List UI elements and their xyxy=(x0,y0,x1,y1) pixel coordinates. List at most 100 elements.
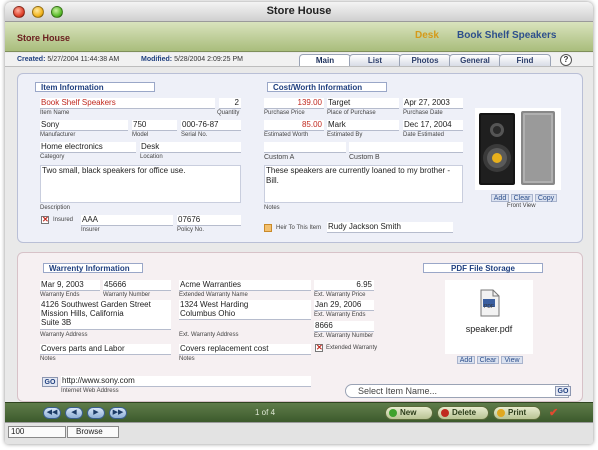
place-of-purchase-field[interactable]: Target xyxy=(327,98,399,109)
ext-warranty-address-label: Ext. Warranty Address xyxy=(179,332,239,338)
warranty-number-field[interactable]: 45666 xyxy=(103,280,171,291)
manufacturer-label: Manufacturer xyxy=(40,132,76,138)
custom-a-field[interactable] xyxy=(264,142,346,153)
description-field[interactable]: Two small, black speakers for office use… xyxy=(40,165,241,203)
new-button-label: New xyxy=(400,408,417,417)
ext-warranty-address-field[interactable]: 1324 West Harding Columbus Ohio xyxy=(179,300,311,320)
tab-general[interactable]: General xyxy=(449,54,501,66)
date-estimated-label: Date Estimated xyxy=(403,132,445,138)
serial-field[interactable]: 000-76-87 xyxy=(181,120,241,131)
checkmark-icon[interactable]: ✔ xyxy=(549,406,563,420)
place-of-purchase-label: Place of Purchase xyxy=(327,110,376,116)
next-record-icon[interactable]: ▶ xyxy=(87,407,105,419)
ext-warranty-name-label: Extended Warranty Name xyxy=(179,292,248,298)
extended-warranty-checkbox[interactable] xyxy=(315,343,323,352)
heir-checkbox[interactable] xyxy=(264,224,272,232)
speaker-photo xyxy=(479,111,555,185)
heir-field[interactable]: Rudy Jackson Smith xyxy=(327,222,453,233)
description-label: Description xyxy=(40,205,71,211)
pdf-clear-button[interactable]: Clear xyxy=(477,356,499,364)
help-icon[interactable]: ? xyxy=(560,54,572,66)
modified-value: 5/28/2004 2:09:25 PM xyxy=(174,56,243,63)
item-name-label: Item Name xyxy=(40,110,70,116)
title-bar[interactable]: Store House xyxy=(5,2,593,22)
purchase-price-label: Purchase Price xyxy=(264,110,305,116)
new-button[interactable]: New xyxy=(385,406,433,420)
last-record-icon[interactable]: ▶▶ xyxy=(109,407,127,419)
header-bar: Store House Desk Book Shelf Speakers xyxy=(5,22,593,52)
estimated-by-label: Estimated By xyxy=(327,132,363,138)
record-count: 1 of 4 xyxy=(255,408,276,417)
item-info-title: Item Information xyxy=(35,82,155,92)
ext-warranty-number-label: Ext. Warranty Number xyxy=(314,333,374,339)
ext-warranty-ends-field[interactable]: Jan 29, 2006 xyxy=(314,300,374,311)
web-go-button[interactable]: GO xyxy=(42,377,58,387)
estimated-worth-field[interactable]: 85.00 xyxy=(264,120,324,131)
delete-button[interactable]: Delete xyxy=(437,406,489,420)
pdf-add-button[interactable]: Add xyxy=(457,356,475,364)
front-view-photo[interactable] xyxy=(475,108,561,190)
warranty-address-field[interactable]: 4126 Southwest Garden Street Mission Hil… xyxy=(40,300,171,330)
delete-x-icon xyxy=(441,409,449,417)
estimated-worth-label: Estimated Worth xyxy=(264,132,309,138)
custom-a-label: Custom A xyxy=(264,154,295,161)
select-item-input[interactable]: Select Item Name... xyxy=(345,384,569,398)
print-icon xyxy=(497,409,505,417)
model-field[interactable]: 750 xyxy=(132,120,177,131)
status-bar: 100 Browse xyxy=(5,422,593,444)
pdf-view-button[interactable]: View xyxy=(501,356,523,364)
date-estimated-field[interactable]: Dec 17, 2004 xyxy=(403,120,463,131)
quantity-field[interactable]: 2 xyxy=(219,98,241,109)
cost-info-title: Cost/Worth Information xyxy=(267,82,387,92)
zoom-level[interactable]: 100 xyxy=(8,426,66,438)
estimated-by-field[interactable]: Mark xyxy=(327,120,399,131)
select-item-go-button[interactable]: GO xyxy=(555,386,571,396)
tab-find[interactable]: Find xyxy=(499,54,551,66)
print-button[interactable]: Print xyxy=(493,406,541,420)
ext-warranty-price-field[interactable]: 6.95 xyxy=(314,280,374,291)
category-label: Category xyxy=(40,154,65,160)
window-title: Store House xyxy=(266,5,332,17)
photo-add-button[interactable]: Add xyxy=(491,194,509,202)
notes-field[interactable]: These speakers are currently loaned to m… xyxy=(264,165,463,203)
ext-warranty-notes-field[interactable]: Covers replacement cost xyxy=(179,344,311,355)
insured-label: Insured xyxy=(53,217,74,223)
warranty-number-label: Warranty Number xyxy=(103,292,151,298)
policy-field[interactable]: 07676 xyxy=(177,215,241,226)
notes-label: Notes xyxy=(264,205,280,211)
purchase-date-field[interactable]: Apr 27, 2003 xyxy=(403,98,463,109)
insurer-field[interactable]: AAA xyxy=(81,215,173,226)
pdf-drop-area[interactable]: PDF speaker.pdf xyxy=(445,280,533,354)
tab-photos[interactable]: Photos xyxy=(399,54,451,66)
custom-b-field[interactable] xyxy=(349,142,463,153)
warranty-ends-field[interactable]: Mar 9, 2003 xyxy=(40,280,100,291)
pdf-file-icon xyxy=(480,289,500,317)
location-field[interactable]: Desk xyxy=(140,142,241,153)
ext-warranty-number-field[interactable]: 8666 xyxy=(314,321,374,332)
modified-info: Modified: 5/28/2004 2:09:25 PM xyxy=(141,56,243,63)
bottom-toolbar: ◀◀ ◀ ▶ ▶▶ 1 of 4 New Delete Print ✔ xyxy=(5,402,593,422)
web-address-field[interactable]: http://www.sony.com xyxy=(61,376,311,387)
category-field[interactable]: Home electronics xyxy=(40,142,136,153)
warranty-ends-label: Warranty Ends xyxy=(40,292,80,298)
mode-indicator[interactable]: Browse xyxy=(67,426,119,438)
item-name-field[interactable]: Book Shelf Speakers xyxy=(40,98,215,109)
insured-checkbox[interactable] xyxy=(41,215,49,224)
warranty-notes-field[interactable]: Covers parts and Labor xyxy=(40,344,171,355)
purchase-price-field[interactable]: 139.00 xyxy=(264,98,324,109)
prev-record-icon[interactable]: ◀ xyxy=(65,407,83,419)
meta-row: Created: 5/27/2004 11:44:38 AM Modified:… xyxy=(5,53,593,67)
photo-copy-button[interactable]: Copy xyxy=(535,194,557,202)
created-value: 5/27/2004 11:44:38 AM xyxy=(47,56,120,63)
heir-label: Heir To This Item xyxy=(276,225,322,231)
manufacturer-field[interactable]: Sony xyxy=(40,120,128,131)
custom-b-label: Custom B xyxy=(349,154,380,161)
created-label: Created: xyxy=(17,56,46,63)
first-record-icon[interactable]: ◀◀ xyxy=(43,407,61,419)
photo-clear-button[interactable]: Clear xyxy=(511,194,533,202)
warranty-notes-label: Notes xyxy=(40,356,56,362)
ext-warranty-name-field[interactable]: Acme Warranties xyxy=(179,280,311,291)
tab-list[interactable]: List xyxy=(349,54,401,66)
quantity-label: Quantity xyxy=(217,110,240,116)
tab-main[interactable]: Main xyxy=(299,54,351,66)
